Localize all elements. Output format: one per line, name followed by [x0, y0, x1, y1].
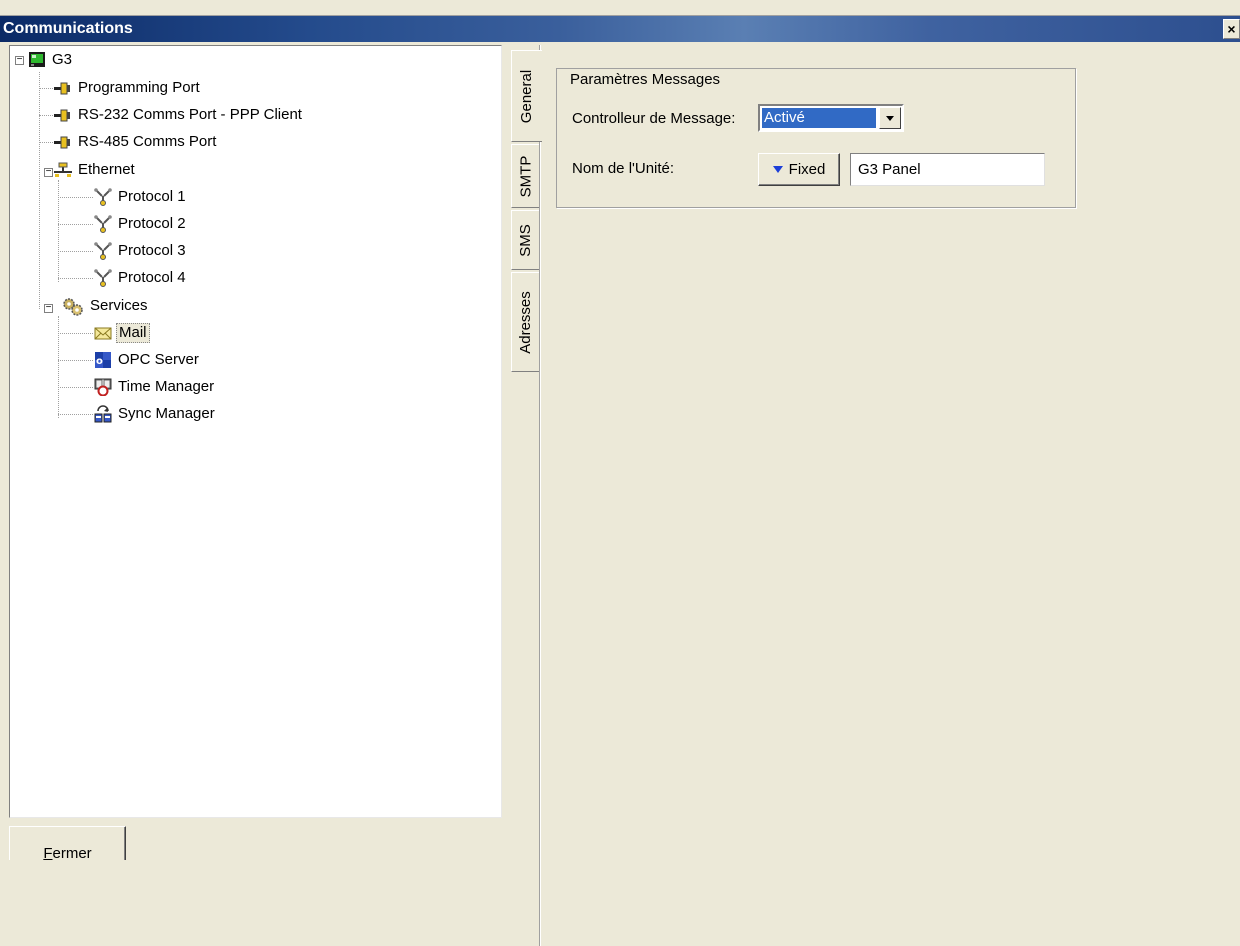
controller-select-value: Activé — [762, 108, 876, 128]
unit-mode-button[interactable]: Fixed — [758, 153, 840, 186]
tree-connector — [58, 333, 93, 334]
tab-smtp[interactable]: SMTP — [511, 144, 539, 208]
protocol-icon — [94, 215, 112, 233]
tab-strip: General SMTP SMS Adresses — [511, 45, 542, 385]
tree-connector — [39, 142, 53, 143]
tree-connector — [58, 197, 93, 198]
tree-node-g3[interactable]: G3 — [28, 49, 74, 71]
window-frame — [0, 0, 1240, 16]
protocol-icon — [94, 269, 112, 287]
network-icon — [54, 161, 72, 179]
tree-panel[interactable]: − − − G3 Programming Port RS-232 Comms P… — [9, 45, 502, 818]
port-icon — [54, 106, 72, 124]
tree-node-sync-manager[interactable]: Sync Manager — [94, 403, 217, 425]
tree-connector — [39, 72, 40, 309]
tree-node-protocol-2[interactable]: Protocol 2 — [94, 213, 188, 235]
close-icon[interactable]: × — [1223, 19, 1240, 39]
tab-sms[interactable]: SMS — [511, 210, 539, 270]
tree-node-mail[interactable]: Mail — [94, 322, 150, 344]
window-title: Communications — [3, 20, 133, 37]
tree-node-services[interactable]: Services — [62, 295, 150, 317]
clock-icon — [94, 378, 112, 396]
triangle-down-icon — [772, 166, 783, 173]
protocol-icon — [94, 242, 112, 260]
tree-connector — [58, 251, 93, 252]
tree-node-protocol-1[interactable]: Protocol 1 — [94, 186, 188, 208]
unit-name-field[interactable]: G3 Panel — [850, 153, 1045, 186]
opc-server-icon: o — [94, 351, 112, 369]
title-bar: Communications × — [0, 16, 1240, 42]
tab-adresses[interactable]: Adresses — [511, 272, 539, 372]
tree-connector — [58, 278, 93, 279]
tree-connector — [58, 180, 59, 282]
tree-node-protocol-4[interactable]: Protocol 4 — [94, 267, 188, 289]
tree-node-protocol-3[interactable]: Protocol 3 — [94, 240, 188, 262]
chevron-down-icon[interactable] — [879, 107, 901, 129]
tree-node-rs232-port[interactable]: RS-232 Comms Port - PPP Client — [54, 104, 304, 126]
group-title: Paramètres Messages — [567, 71, 724, 88]
svg-text:o: o — [96, 356, 103, 367]
unit-name-label: Nom de l'Unité: — [572, 160, 675, 177]
tab-general[interactable]: General — [511, 50, 542, 142]
tree-connector — [58, 387, 93, 388]
port-icon — [54, 79, 72, 97]
tree-node-time-manager[interactable]: Time Manager — [94, 376, 216, 398]
port-icon — [54, 133, 72, 151]
tree-node-opc-server[interactable]: o OPC Server — [94, 349, 201, 371]
controller-label: Controlleur de Message: — [572, 110, 736, 127]
tree-connector — [58, 360, 93, 361]
panel-icon — [28, 51, 46, 69]
protocol-icon — [94, 188, 112, 206]
tree-connector — [39, 115, 53, 116]
sync-icon — [94, 405, 112, 423]
close-button[interactable]: Fermer — [9, 826, 126, 862]
gears-icon — [62, 297, 84, 316]
collapse-toggle-services[interactable]: − — [44, 303, 53, 313]
tree-node-rs485-port[interactable]: RS-485 Comms Port — [54, 131, 218, 153]
tree-connector — [58, 224, 93, 225]
communications-tree: − − − G3 Programming Port RS-232 Comms P… — [10, 46, 501, 817]
mail-icon — [94, 324, 112, 342]
collapse-toggle-ethernet[interactable]: − — [44, 167, 53, 177]
tree-connector — [58, 316, 59, 418]
tree-connector — [58, 414, 93, 415]
tree-node-programming-port[interactable]: Programming Port — [54, 77, 202, 99]
controller-select[interactable]: Activé — [758, 104, 904, 132]
collapse-toggle-g3[interactable]: − — [15, 55, 24, 65]
tree-node-ethernet[interactable]: Ethernet — [54, 159, 137, 181]
tree-connector — [39, 88, 53, 89]
message-settings-group — [556, 68, 1076, 208]
